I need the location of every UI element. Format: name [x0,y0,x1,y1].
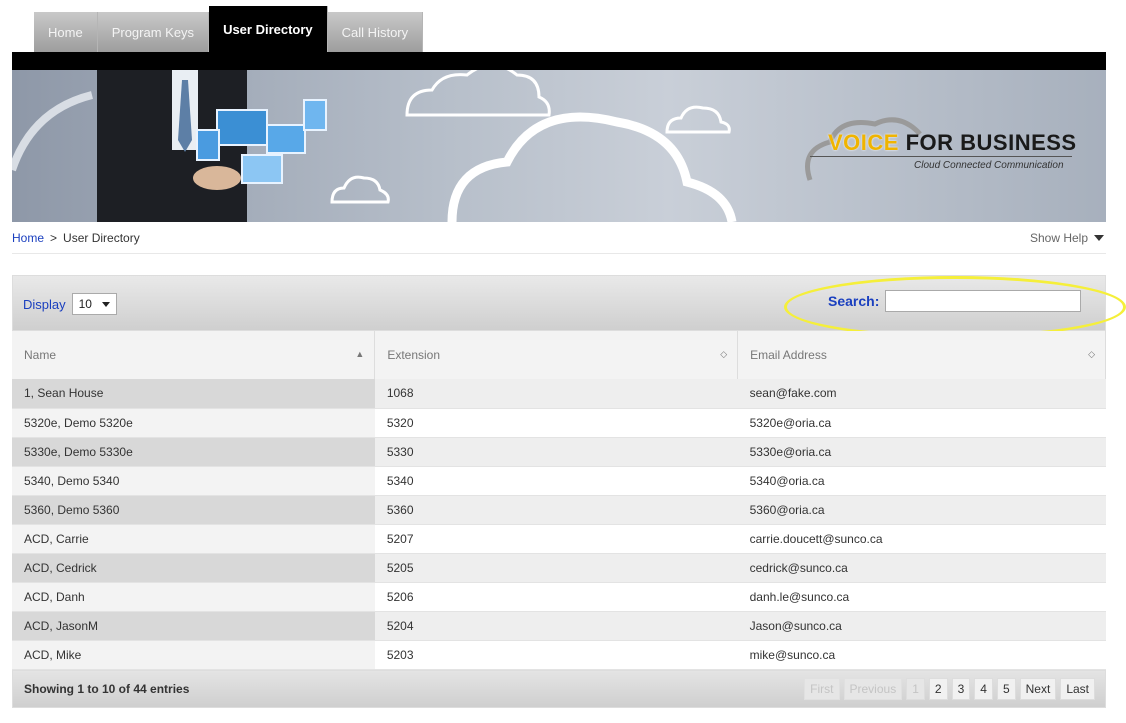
pagination-page-1[interactable]: 1 [906,678,925,700]
search-box: Search: [828,290,1082,312]
cell-extension: 1068 [374,379,738,409]
cell-email: 5360@oria.ca [737,495,1106,525]
display-label: Display [23,296,66,312]
caret-down-icon [1094,235,1104,241]
voice-for-business-logo: VOICE FOR BUSINESS Cloud Connected Commu… [802,108,1076,184]
dropdown-arrow-icon [101,301,110,307]
display-count-select[interactable]: 10 [71,293,117,315]
table-row[interactable]: 5330e, Demo 5330e 5330 5330e@oria.ca [12,437,1106,467]
pagination: First Previous 1 2 3 4 5 Next Last [804,678,1095,700]
pagination-previous[interactable]: Previous [843,678,903,700]
column-header-email-label: Email Address [750,348,827,362]
logo-rest-text: FOR BUSINESS [898,130,1077,155]
column-header-name[interactable]: Name ▲ [12,331,376,379]
table-toolbar: Display 10 Search: [12,275,1106,331]
sort-both-icon: ◇ [1088,349,1095,359]
cell-email: carrie.doucett@sunco.ca [737,524,1106,554]
cell-email: 5330e@oria.ca [737,437,1106,467]
display-count-value: 10 [78,297,92,311]
cell-extension: 5204 [374,611,738,641]
pagination-page-2[interactable]: 2 [928,678,948,700]
table-row[interactable]: 5360, Demo 5360 5360 5360@oria.ca [12,495,1106,525]
sort-both-icon: ◇ [720,349,728,359]
cell-email: sean@fake.com [737,379,1106,409]
show-help-toggle[interactable]: Show Help [1030,231,1104,245]
cell-extension: 5320 [374,408,738,438]
cell-email: danh.le@sunco.ca [737,582,1106,612]
table-header-row: Name ▲ Extension ◇ Email Address ◇ [12,331,1106,379]
logo-highlight-text: VOICE [828,130,899,155]
cell-name: ACD, Cedrick [12,553,375,583]
cell-email: Jason@sunco.ca [737,611,1106,641]
cell-name: ACD, Carrie [12,524,375,554]
pagination-first[interactable]: First [804,678,840,700]
main-nav-tabs: Home Program Keys User Directory Call Hi… [34,6,424,52]
tab-home[interactable]: Home [34,12,98,52]
sort-ascending-icon: ▲ [355,349,365,359]
cell-extension: 5330 [374,437,738,467]
cell-name: 5360, Demo 5360 [12,495,375,525]
header-banner: VOICE FOR BUSINESS Cloud Connected Commu… [12,52,1106,222]
table-row[interactable]: 5320e, Demo 5320e 5320 5320e@oria.ca [12,408,1106,438]
cell-name: ACD, JasonM [12,611,375,641]
cell-extension: 5207 [374,524,738,554]
pagination-page-3[interactable]: 3 [951,678,971,700]
cell-extension: 5203 [374,640,738,670]
tab-call-history[interactable]: Call History [327,12,424,52]
table-row[interactable]: 5340, Demo 5340 5340 5340@oria.ca [12,466,1106,496]
breadcrumb-separator: > [50,231,58,245]
cell-extension: 5360 [374,495,738,525]
display-length: Display 10 [23,293,117,315]
pagination-page-5[interactable]: 5 [996,678,1016,700]
breadcrumb: Home > User Directory [12,231,140,245]
divider [12,253,1106,254]
table-row[interactable]: ACD, Danh 5206 danh.le@sunco.ca [12,582,1106,612]
pagination-last[interactable]: Last [1060,678,1095,700]
search-input[interactable] [885,290,1082,312]
pagination-next[interactable]: Next [1019,678,1057,700]
cell-name: 5320e, Demo 5320e [12,408,375,438]
cell-email: cedrick@sunco.ca [737,553,1106,583]
pagination-page-4[interactable]: 4 [974,678,993,700]
breadcrumb-home-link[interactable]: Home [12,231,44,245]
table-row[interactable]: ACD, Cedrick 5205 cedrick@sunco.ca [12,553,1106,583]
column-header-extension[interactable]: Extension ◇ [374,331,739,379]
logo-divider [810,156,1072,157]
table-footer: Showing 1 to 10 of 44 entries First Prev… [12,670,1106,708]
cell-email: 5320e@oria.ca [737,408,1106,438]
user-directory-table: Name ▲ Extension ◇ Email Address ◇ 1, Sean … [12,331,1106,670]
column-header-extension-label: Extension [387,348,441,362]
logo-text: VOICE FOR BUSINESS [828,130,1077,156]
column-header-name-label: Name [24,348,57,362]
entries-info: Showing 1 to 10 of 44 entries [24,682,190,696]
column-header-email[interactable]: Email Address ◇ [737,331,1106,379]
table-row[interactable]: ACD, JasonM 5204 Jason@sunco.ca [12,611,1106,641]
breadcrumb-current: User Directory [63,231,140,245]
tab-user-directory[interactable]: User Directory [209,6,328,52]
cell-extension: 5206 [374,582,738,612]
table-row[interactable]: 1, Sean House 1068 sean@fake.com [12,379,1106,409]
search-label: Search: [828,293,880,309]
cell-name: 5340, Demo 5340 [12,466,375,496]
logo-tagline: Cloud Connected Communication [914,160,1064,171]
table-row[interactable]: ACD, Carrie 5207 carrie.doucett@sunco.ca [12,524,1106,554]
cell-extension: 5205 [374,553,738,583]
cell-name: ACD, Mike [12,640,375,670]
cell-email: mike@sunco.ca [737,640,1106,670]
cell-extension: 5340 [374,466,738,496]
table-row[interactable]: ACD, Mike 5203 mike@sunco.ca [12,640,1106,670]
cell-name: 1, Sean House [12,379,375,409]
tab-program-keys[interactable]: Program Keys [97,12,210,52]
cell-name: 5330e, Demo 5330e [12,437,375,467]
cell-name: ACD, Danh [12,582,375,612]
show-help-label: Show Help [1029,231,1088,245]
cell-email: 5340@oria.ca [737,466,1106,496]
